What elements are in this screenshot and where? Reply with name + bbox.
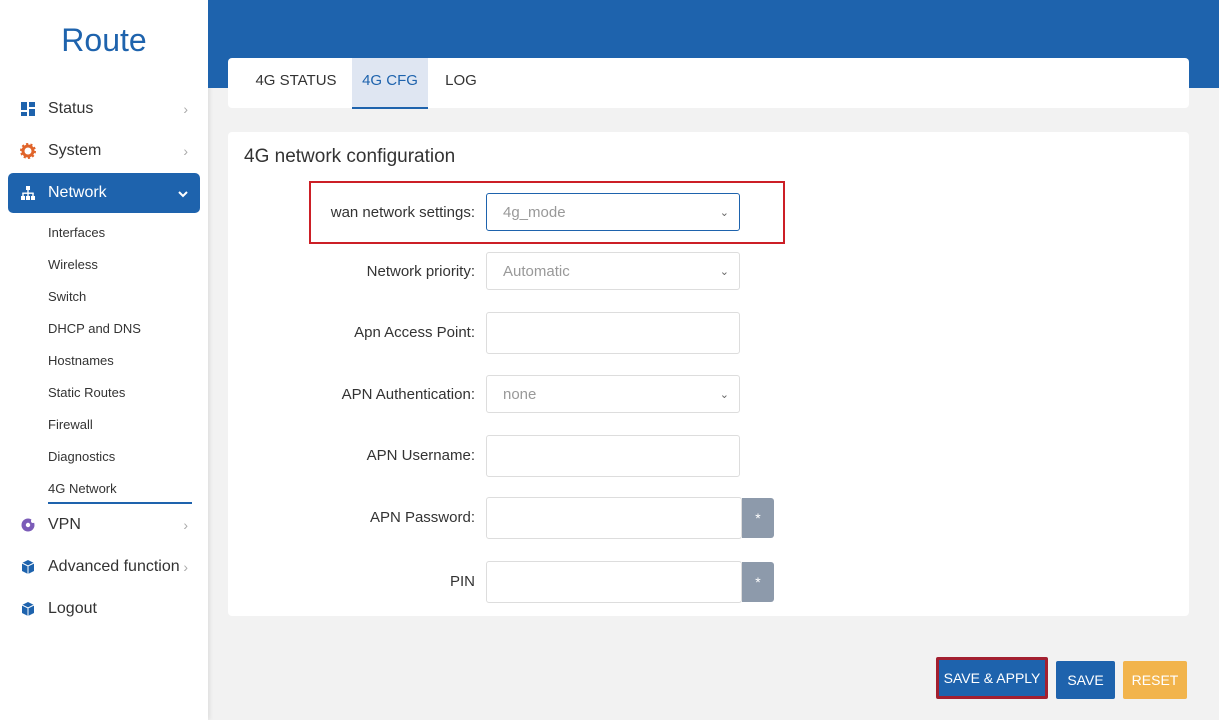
sidebar-subitem-switch[interactable]: Switch <box>48 289 86 304</box>
chevron-right-icon: › <box>183 559 188 575</box>
sidebar-subitem-firewall[interactable]: Firewall <box>48 417 93 432</box>
cube-icon <box>20 601 36 617</box>
network-priority-select[interactable]: Automatic ⌄ <box>486 252 740 290</box>
tab-log[interactable]: LOG <box>438 58 484 107</box>
brand-title: Route <box>61 22 147 58</box>
password-reveal-button[interactable]: * <box>742 498 774 538</box>
sidebar-subitem-diagnostics[interactable]: Diagnostics <box>48 449 115 464</box>
sidebar-subitem-interfaces[interactable]: Interfaces <box>48 225 105 240</box>
apn-username-label: APN Username: <box>366 447 475 464</box>
sidebar-item-label: Status <box>48 100 94 117</box>
cube-icon <box>20 559 36 575</box>
sidebar-subitem-4g-network[interactable]: 4G Network <box>48 481 117 496</box>
chevron-right-icon: › <box>183 517 188 533</box>
gear-icon <box>20 143 36 159</box>
pin-reveal-button[interactable]: * <box>742 562 774 602</box>
chevron-right-icon: › <box>183 101 188 117</box>
sidebar-subitem-static-routes[interactable]: Static Routes <box>48 385 125 400</box>
sidebar-item-advanced-function[interactable]: Advanced function › <box>8 547 200 587</box>
apn-username-input[interactable] <box>486 435 740 477</box>
chevron-down-icon: ⌄ <box>719 206 729 219</box>
sidebar-item-logout[interactable]: Logout <box>8 589 200 629</box>
network-icon <box>20 185 36 201</box>
apn-access-point-input[interactable] <box>486 312 740 354</box>
sidebar-item-label: System <box>48 142 102 159</box>
reset-button[interactable]: RESET <box>1123 661 1187 699</box>
sidebar-item-label: Advanced function <box>48 558 180 575</box>
network-priority-label: Network priority: <box>366 263 475 280</box>
network-priority-value: Automatic <box>503 262 570 280</box>
sidebar-item-label: VPN <box>48 516 81 533</box>
wan-settings-label: wan network settings: <box>330 204 475 221</box>
sidebar-item-network[interactable]: Network <box>8 173 200 213</box>
chevron-right-icon: › <box>183 143 188 159</box>
apn-authentication-label: APN Authentication: <box>341 386 475 403</box>
save-apply-button[interactable]: SAVE & APPLY <box>936 657 1048 699</box>
pin-input[interactable] <box>486 561 742 603</box>
pin-label: PIN <box>449 573 475 590</box>
apn-authentication-select[interactable]: none ⌄ <box>486 375 740 413</box>
apn-access-point-label: Apn Access Point: <box>354 324 475 341</box>
sidebar-subitem-hostnames[interactable]: Hostnames <box>48 353 114 368</box>
tab-4g-status[interactable]: 4G STATUS <box>248 58 344 107</box>
sidebar-item-status[interactable]: Status › <box>8 89 200 129</box>
sidebar-subitem-dhcp-dns[interactable]: DHCP and DNS <box>48 321 141 336</box>
sidebar-item-system[interactable]: System › <box>8 131 200 171</box>
apn-password-label: APN Password: <box>369 509 475 526</box>
apn-authentication-value: none <box>503 385 537 403</box>
tab-4g-cfg[interactable]: 4G CFG <box>352 58 428 109</box>
apn-password-input[interactable] <box>486 497 742 539</box>
dashboard-icon <box>20 101 36 117</box>
sidebar-item-label: Network <box>48 184 107 201</box>
tab-bar: 4G STATUS 4G CFG LOG <box>228 58 1189 109</box>
sidebar-item-vpn[interactable]: VPN › <box>8 505 200 545</box>
vpn-icon <box>20 517 36 533</box>
chevron-down-icon: ⌄ <box>719 265 729 278</box>
active-subitem-underline <box>48 502 192 504</box>
sidebar-subitem-wireless[interactable]: Wireless <box>48 257 98 272</box>
save-button[interactable]: SAVE <box>1056 661 1115 699</box>
panel-title: 4G network configuration <box>244 146 456 167</box>
wan-settings-select[interactable]: 4g_mode ⌄ <box>486 193 740 231</box>
wan-settings-value: 4g_mode <box>503 203 566 221</box>
chevron-down-icon <box>178 185 188 201</box>
chevron-down-icon: ⌄ <box>719 388 729 401</box>
sidebar-item-label: Logout <box>48 600 97 617</box>
config-panel: 4G network configuration wan network set… <box>228 132 1189 616</box>
sidebar: Route Status › System › Network Interfac… <box>0 0 208 720</box>
